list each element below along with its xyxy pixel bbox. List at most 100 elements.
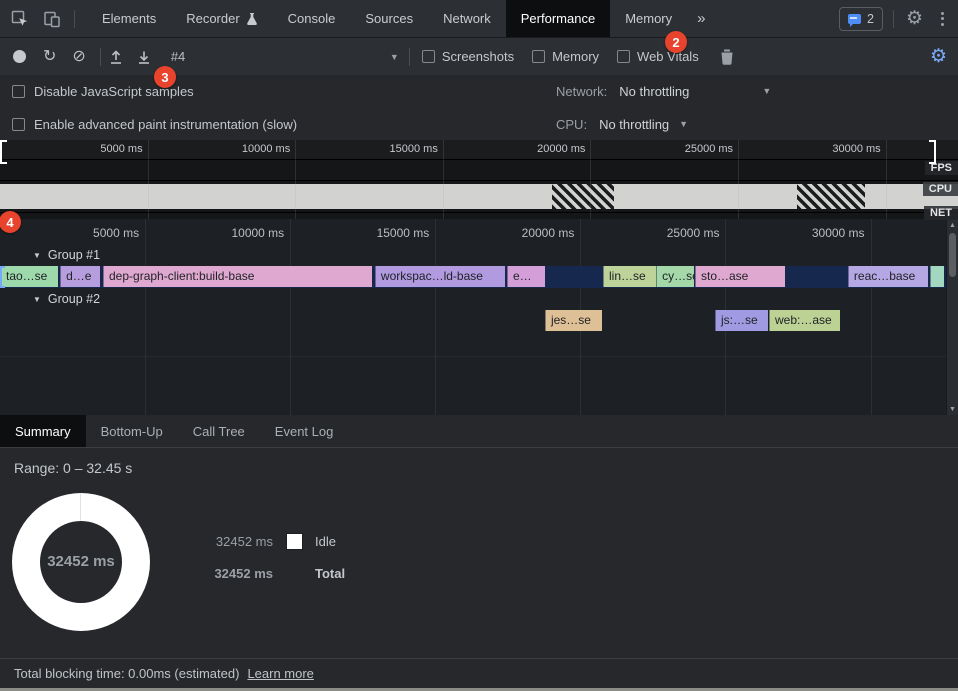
scroll-up-icon[interactable]: ▲ <box>947 219 958 231</box>
tab-summary[interactable]: Summary <box>0 415 86 447</box>
ruler-tick-label: 20000 ms <box>537 143 585 155</box>
footer-bar: Total blocking time: 0.00ms (estimated) … <box>0 658 958 688</box>
checkbox-label: Screenshots <box>442 49 514 64</box>
flame-bar[interactable] <box>930 266 944 287</box>
inspect-element-icon[interactable] <box>10 9 30 29</box>
overview-net-lane <box>0 212 958 219</box>
track-row-1: tao…sed…edep-graph-client:build-basework… <box>0 266 946 288</box>
checkbox-memory[interactable]: Memory <box>532 49 599 64</box>
group-header-2[interactable]: ▼Group #2 <box>0 288 946 310</box>
ruler-tick-label: 5000 ms <box>93 226 139 240</box>
tab-recorder[interactable]: Recorder <box>171 0 272 37</box>
device-toolbar-icon[interactable] <box>42 9 62 29</box>
options-row-1: Disable JavaScript samples Network: No t… <box>0 75 958 107</box>
flame-bar[interactable]: lin…se <box>603 266 656 287</box>
flame-bar[interactable]: e… <box>507 266 545 287</box>
ruler-tick-label: 25000 ms <box>685 143 733 155</box>
scroll-down-icon[interactable]: ▼ <box>947 403 958 415</box>
legend-row: 32452 ms Total <box>207 566 345 581</box>
tab-event-log[interactable]: Event Log <box>260 415 349 447</box>
save-profile-icon[interactable] <box>135 48 153 66</box>
checkbox-label: Web Vitals <box>637 49 699 64</box>
collapse-arrow-icon: ▼ <box>33 295 41 304</box>
flame-bar[interactable]: reac…base <box>848 266 928 287</box>
legend-label: Total <box>315 566 345 581</box>
tab-label: Recorder <box>186 11 239 26</box>
cpu-throttling-control: CPU: No throttling ▼ <box>556 117 688 132</box>
load-profile-icon[interactable] <box>107 48 125 66</box>
clear-icon[interactable]: ⊘ <box>72 49 85 65</box>
history-selected-value: #4 <box>171 49 185 64</box>
overview-fps-lane <box>0 160 958 181</box>
flame-bar[interactable]: d…e <box>60 266 100 287</box>
legend-row: 32452 msIdle <box>207 534 345 549</box>
collapse-arrow-icon: ▼ <box>33 251 41 260</box>
capture-settings-gear-icon[interactable]: ⚙ <box>930 47 947 66</box>
flame-bar[interactable]: js:…se <box>715 310 768 331</box>
flame-bar[interactable]: workspac…ld-base <box>375 266 505 287</box>
tab-sources[interactable]: Sources <box>350 0 428 37</box>
issues-count: 2 <box>867 12 874 26</box>
net-lane-label: NET <box>924 206 958 220</box>
flame-scrollbar[interactable]: ▲ ▼ <box>946 219 958 415</box>
tab-label: Elements <box>102 11 156 26</box>
tab-bottom-up[interactable]: Bottom-Up <box>86 415 178 447</box>
donut-slice-seam <box>80 493 81 521</box>
network-throttling-select[interactable]: No throttling ▼ <box>619 84 771 99</box>
options-row-2: Enable advanced paint instrumentation (s… <box>0 108 958 140</box>
tab-performance[interactable]: Performance <box>506 0 610 37</box>
tab-console[interactable]: Console <box>273 0 351 37</box>
legend-label: Idle <box>315 534 336 549</box>
paint-instrumentation-checkbox[interactable] <box>12 118 25 131</box>
delete-recording-icon[interactable] <box>719 48 735 66</box>
chevron-down-icon: ▼ <box>762 86 771 96</box>
overview-ruler: 5000 ms10000 ms15000 ms20000 ms25000 ms3… <box>0 140 958 160</box>
checkbox-box-icon <box>617 50 630 63</box>
flame-bar[interactable]: cy…se <box>656 266 694 287</box>
legend-value: 32452 ms <box>207 566 273 581</box>
disable-js-samples-checkbox[interactable] <box>12 85 25 98</box>
tab-label: Network <box>443 11 491 26</box>
idle-donut-chart: 32452 ms <box>12 493 150 631</box>
devtools-window: Elements Recorder ConsoleSources Network Per… <box>0 0 958 691</box>
kebab-menu-icon[interactable] <box>935 12 950 26</box>
tab-network[interactable]: Network <box>428 0 506 37</box>
tab-label: Memory <box>625 11 672 26</box>
track-row-2: jes…se js:…seweb:…ase <box>0 310 946 332</box>
summary-legend: 32452 msIdle 32452 ms Total <box>207 534 345 598</box>
flame-bar[interactable]: dep-graph-client:build-base <box>103 266 372 287</box>
flame-bar[interactable]: tao…se <box>0 266 58 287</box>
checkbox-web-vitals[interactable]: Web Vitals <box>617 49 699 64</box>
settings-gear-icon[interactable]: ⚙ <box>906 9 923 28</box>
ruler-tick-label: 10000 ms <box>242 143 290 155</box>
range-text: Range: 0 – 32.45 s <box>14 460 132 476</box>
reload-and-record-icon[interactable]: ↻ <box>43 49 56 65</box>
tab-elements[interactable]: Elements <box>87 0 171 37</box>
issues-button[interactable]: 2 <box>839 7 883 31</box>
legend-swatch <box>287 534 302 549</box>
flame-bar[interactable]: jes…se <box>545 310 602 331</box>
timeline-overview[interactable]: 5000 ms10000 ms15000 ms20000 ms25000 ms3… <box>0 140 958 219</box>
checkbox-screenshots[interactable]: Screenshots <box>422 49 514 64</box>
cpu-busy-region <box>797 184 865 209</box>
cpu-label: CPU: <box>556 117 587 132</box>
group-header-1[interactable]: ▼Group #1 <box>0 244 946 266</box>
flame-bar[interactable]: web:…ase <box>769 310 840 331</box>
issues-bubble-icon <box>848 14 861 24</box>
overview-right-handle[interactable] <box>929 140 936 164</box>
tab-call-tree[interactable]: Call Tree <box>178 415 260 447</box>
flame-bar[interactable]: sto…ase <box>695 266 785 287</box>
network-label: Network: <box>556 84 607 99</box>
scrollbar-thumb[interactable] <box>949 233 956 277</box>
flame-chart[interactable]: 5000 ms10000 ms15000 ms20000 ms25000 ms3… <box>0 219 946 415</box>
learn-more-link[interactable]: Learn more <box>247 666 313 681</box>
summary-pane: Range: 0 – 32.45 s 32452 ms 32452 msIdle… <box>0 448 958 658</box>
history-select[interactable]: #4 ▼ <box>171 49 399 64</box>
more-tabs-chevron[interactable]: » <box>687 10 715 27</box>
cpu-throttling-select[interactable]: No throttling ▼ <box>599 117 688 132</box>
record-button[interactable] <box>13 50 26 63</box>
performance-toolbar: ↻ ⊘ #4 ▼ Screenshots Memory Web Vitals ⚙ <box>0 38 958 75</box>
cpu-throttling-value: No throttling <box>599 117 669 132</box>
annotation-badge-4: 4 <box>0 211 21 233</box>
overview-left-handle[interactable] <box>0 140 7 164</box>
